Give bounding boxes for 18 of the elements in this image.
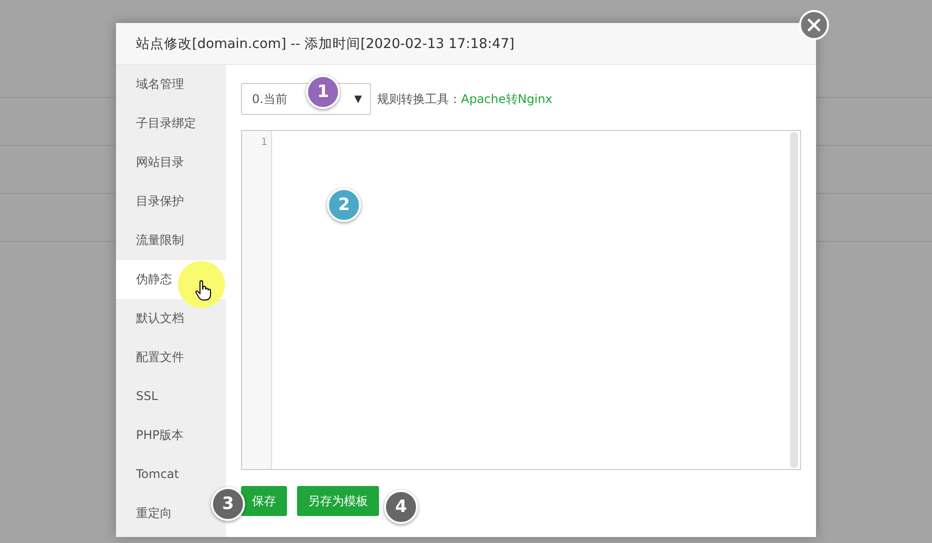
sidebar-item[interactable]: 子目录绑定: [116, 104, 206, 143]
hand-cursor-icon: [195, 280, 211, 302]
sidebar-item[interactable]: 默认文档: [116, 299, 206, 338]
sidebar-item[interactable]: PHP版本: [116, 416, 206, 455]
sidebar-item[interactable]: SSL: [116, 377, 206, 416]
sidebar-item[interactable]: 配置文件: [116, 338, 206, 377]
sidebar-item[interactable]: 重定向: [116, 494, 206, 533]
close-icon: [806, 17, 822, 33]
dialog-title: 站点修改[domain.com] -- 添加时间[2020-02-13 17:18:47]: [136, 34, 514, 52]
scrollbar[interactable]: [790, 132, 798, 468]
sidebar-item[interactable]: Tomcat: [116, 455, 206, 494]
sidebar-item[interactable]: 流量限制: [116, 221, 206, 260]
close-button[interactable]: [799, 10, 829, 40]
sidebar-item[interactable]: 目录保护: [116, 182, 206, 221]
line-number: 1: [260, 137, 267, 148]
sidebar-item[interactable]: 域名管理: [116, 65, 206, 104]
tool-label: 规则转换工具：: [377, 90, 461, 108]
sidebar-item[interactable]: 网站目录: [116, 143, 206, 182]
